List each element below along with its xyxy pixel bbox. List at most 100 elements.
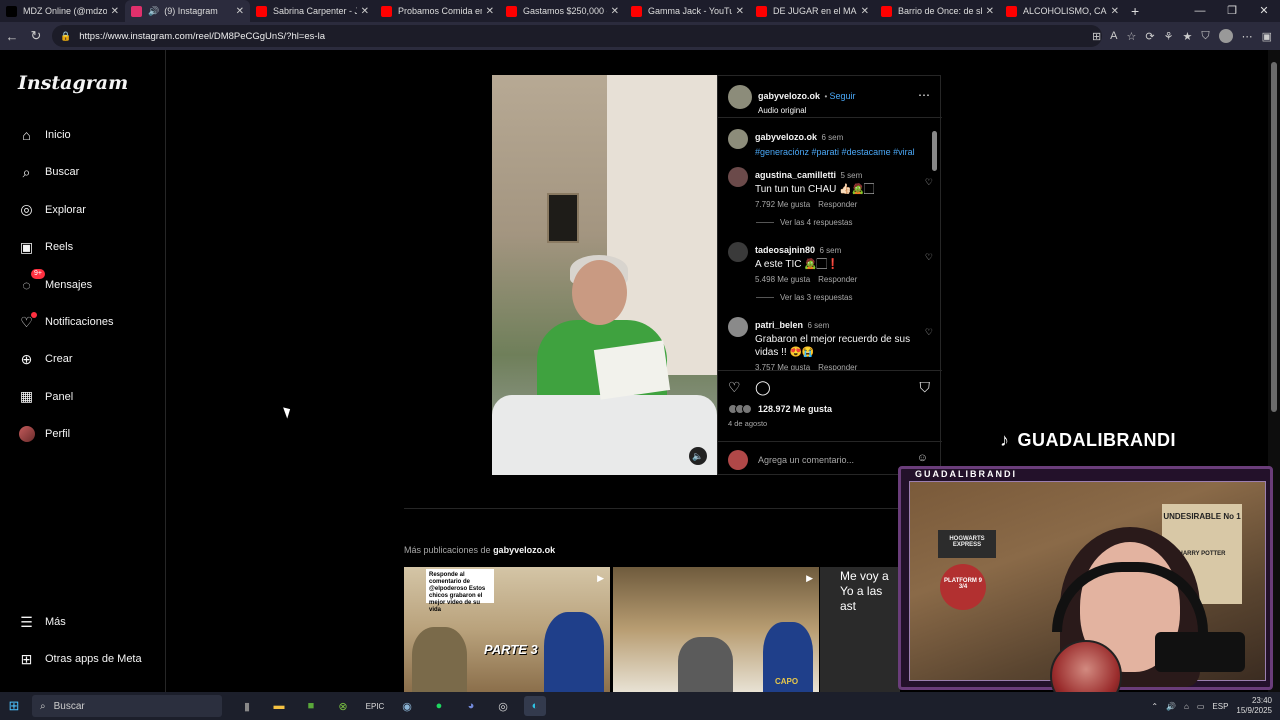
xbox-icon[interactable]: ⊗ bbox=[332, 696, 354, 716]
comment-likes[interactable]: 5.498 Me gusta bbox=[755, 275, 810, 284]
reply-button[interactable]: Responder bbox=[818, 275, 857, 284]
commenter-name[interactable]: tadeosajnin80 bbox=[755, 245, 815, 255]
commenter-avatar[interactable] bbox=[728, 242, 748, 262]
post-thumbnail-3[interactable]: Me voy a Yo a las ast bbox=[820, 567, 900, 692]
discord-icon[interactable]: ◕ bbox=[460, 696, 482, 716]
close-tab-icon[interactable]: ✕ bbox=[111, 6, 119, 17]
caption-avatar[interactable] bbox=[728, 129, 748, 149]
language-indicator[interactable]: ESP bbox=[1212, 702, 1228, 711]
windows-start-icon[interactable]: ⊞ bbox=[0, 698, 28, 714]
sidebar-item-buscar[interactable]: ⌕ Buscar bbox=[18, 160, 80, 184]
close-tab-icon[interactable]: ✕ bbox=[486, 6, 494, 17]
follow-button[interactable]: Seguir bbox=[830, 91, 856, 101]
favorites-icon[interactable]: ★ bbox=[1182, 30, 1192, 43]
close-tab-icon[interactable]: ✕ bbox=[236, 6, 244, 17]
close-tab-icon[interactable]: ✕ bbox=[861, 6, 869, 17]
view-replies-button[interactable]: Ver las 3 respuestas bbox=[756, 293, 852, 302]
comments-scrollbar[interactable] bbox=[931, 119, 939, 370]
browser-tab[interactable]: 🔊 (9) Instagram ✕ bbox=[125, 0, 250, 22]
new-tab-button[interactable]: + bbox=[1131, 3, 1139, 19]
menu-dots-icon[interactable]: ⋯ bbox=[1242, 30, 1253, 43]
post-thumbnail-2[interactable]: CAPO ▶ bbox=[613, 567, 819, 692]
minimize-icon[interactable]: — bbox=[1184, 0, 1216, 22]
maximize-icon[interactable]: ❐ bbox=[1216, 0, 1248, 22]
close-tab-icon[interactable]: ✕ bbox=[611, 6, 619, 17]
commenter-avatar[interactable] bbox=[728, 167, 748, 187]
author-avatar[interactable] bbox=[728, 85, 752, 109]
sidebar-item-explorar[interactable]: ◎ Explorar bbox=[18, 198, 86, 222]
browser-tab[interactable]: DE JUGAR en el MADRI ✕ bbox=[750, 0, 875, 22]
more-posts-author[interactable]: gabyvelozo.ok bbox=[493, 545, 555, 555]
spotify-icon[interactable]: ● bbox=[428, 696, 450, 716]
browser-tab[interactable]: MDZ Online (@mdzol) / X ✕ bbox=[0, 0, 125, 22]
obs-icon[interactable]: ◎ bbox=[492, 696, 514, 716]
speaker-icon[interactable]: 🔊 bbox=[1166, 702, 1176, 711]
reply-button[interactable]: Responder bbox=[818, 363, 857, 370]
sidebar-toggle-icon[interactable]: ▣ bbox=[1262, 30, 1272, 43]
comment-likes[interactable]: 3.757 Me gusta bbox=[755, 363, 810, 370]
app-icon[interactable]: ⊞ bbox=[1092, 30, 1101, 43]
audio-playing-icon[interactable]: 🔊 bbox=[148, 6, 159, 17]
minecraft-icon[interactable]: ■ bbox=[300, 696, 322, 716]
favorite-star-icon[interactable]: ☆ bbox=[1127, 30, 1137, 43]
sidebar-item-notificaciones[interactable]: ♡ Notificaciones bbox=[18, 310, 113, 334]
network-icon[interactable]: ⌂ bbox=[1184, 702, 1189, 711]
caption-author[interactable]: gabyvelozo.ok bbox=[755, 132, 817, 142]
close-tab-icon[interactable]: ✕ bbox=[986, 6, 994, 17]
mute-button[interactable]: 🔈 bbox=[689, 447, 707, 465]
browser-tab[interactable]: Barrio de Once: de shop ✕ bbox=[875, 0, 1000, 22]
caption-hashtags[interactable]: #generaciónz #parati #destacame #viral bbox=[755, 147, 933, 157]
sidebar-item-mensajes[interactable]: ◌ 9+ Mensajes bbox=[18, 269, 92, 297]
add-comment-input[interactable]: Agrega un comentario... bbox=[758, 455, 854, 465]
edge-icon[interactable]: ◐ bbox=[524, 696, 546, 716]
sidebar-item-inicio[interactable]: ⌂ Inicio bbox=[18, 123, 70, 147]
clock[interactable]: 23:40 15/9/2025 bbox=[1236, 696, 1272, 716]
browser-tab[interactable]: Probamos Comida en M ✕ bbox=[375, 0, 500, 22]
taskbar-search[interactable]: ⌕ Buscar bbox=[32, 695, 222, 717]
url-field[interactable]: 🔒 https://www.instagram.com/reel/DM8PeCG… bbox=[52, 25, 1102, 47]
like-heart-icon[interactable]: ♡ bbox=[728, 379, 741, 396]
steam-icon[interactable]: ◉ bbox=[396, 696, 418, 716]
extension-icon[interactable]: ⚘ bbox=[1164, 30, 1174, 43]
battery-icon[interactable]: ▭ bbox=[1197, 702, 1205, 711]
commenter-avatar[interactable] bbox=[728, 317, 748, 337]
post-thumbnail-1[interactable]: Responde al comentario de @elpoderoso Es… bbox=[404, 567, 610, 692]
shield-icon[interactable]: ⛉ bbox=[1201, 30, 1209, 43]
browser-tab[interactable]: Gamma Jack - YouTube ✕ bbox=[625, 0, 750, 22]
audio-label[interactable]: Audio original bbox=[758, 106, 856, 115]
commenter-name[interactable]: agustina_camilletti bbox=[755, 170, 836, 180]
close-tab-icon[interactable]: ✕ bbox=[361, 6, 369, 17]
sidebar-item-reels[interactable]: ▣ Reels bbox=[18, 235, 73, 259]
browser-tab[interactable]: ALCOHOLISMO, CAOS Y ✕ bbox=[1000, 0, 1125, 22]
close-window-icon[interactable]: ✕ bbox=[1248, 0, 1280, 22]
refresh-alt-icon[interactable]: ⟳ bbox=[1145, 30, 1154, 43]
sidebar-item-meta-apps[interactable]: ⊞ Otras apps de Meta bbox=[18, 647, 142, 671]
close-tab-icon[interactable]: ✕ bbox=[1111, 6, 1119, 17]
read-aloud-icon[interactable]: A bbox=[1110, 30, 1117, 42]
comment-likes[interactable]: 7.792 Me gusta bbox=[755, 200, 810, 209]
refresh-icon[interactable]: ↻ bbox=[24, 28, 48, 44]
sidebar-item-panel[interactable]: ▦ Panel bbox=[18, 385, 73, 409]
commenter-name[interactable]: patri_belen bbox=[755, 320, 803, 330]
sidebar-item-perfil[interactable]: Perfil bbox=[18, 422, 70, 446]
profile-avatar-browser[interactable] bbox=[1218, 29, 1233, 43]
task-view-icon[interactable]: ▮ bbox=[236, 696, 258, 716]
comment-icon[interactable]: ◯ bbox=[755, 379, 771, 396]
like-count[interactable]: 128.972 Me gusta bbox=[728, 404, 832, 414]
view-replies-button[interactable]: Ver las 4 respuestas bbox=[756, 218, 852, 227]
reel-video[interactable]: 🔈 bbox=[492, 75, 717, 475]
file-explorer-icon[interactable]: ▬ bbox=[268, 696, 290, 716]
browser-tab[interactable]: Sabrina Carpenter - Jun ✕ bbox=[250, 0, 375, 22]
more-options-icon[interactable]: ⋯ bbox=[918, 88, 930, 102]
sidebar-item-crear[interactable]: ⊕ Crear bbox=[18, 347, 73, 371]
back-icon[interactable]: ← bbox=[0, 29, 24, 44]
author-name[interactable]: gabyvelozo.ok bbox=[758, 91, 820, 101]
epic-games-icon[interactable]: EPIC bbox=[364, 696, 386, 716]
emoji-icon[interactable]: ☺ bbox=[917, 452, 928, 464]
reply-button[interactable]: Responder bbox=[818, 200, 857, 209]
browser-tab[interactable]: Gastamos $250,000 en P ✕ bbox=[500, 0, 625, 22]
sidebar-item-more[interactable]: ☰ Más bbox=[18, 610, 66, 634]
instagram-logo[interactable]: Instagram bbox=[18, 72, 128, 94]
close-tab-icon[interactable]: ✕ bbox=[736, 6, 744, 17]
tray-chevron-icon[interactable]: ⌃ bbox=[1151, 702, 1158, 711]
